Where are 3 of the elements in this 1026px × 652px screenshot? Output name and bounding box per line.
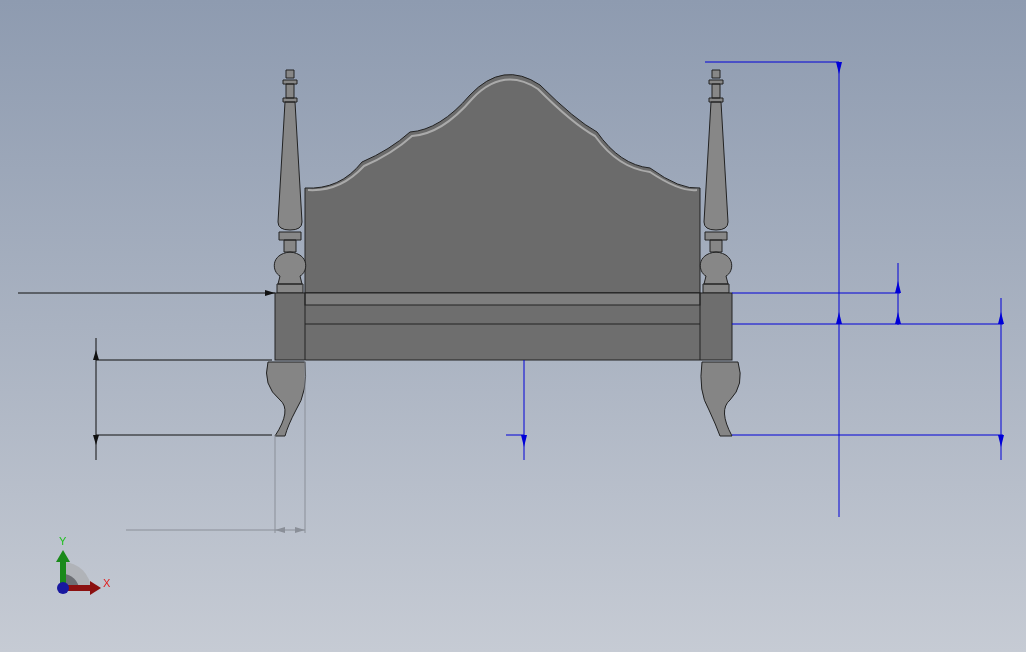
y-axis-label: Y xyxy=(59,535,67,547)
x-axis-label: X xyxy=(103,577,111,589)
axis-triad-icon xyxy=(56,550,101,595)
